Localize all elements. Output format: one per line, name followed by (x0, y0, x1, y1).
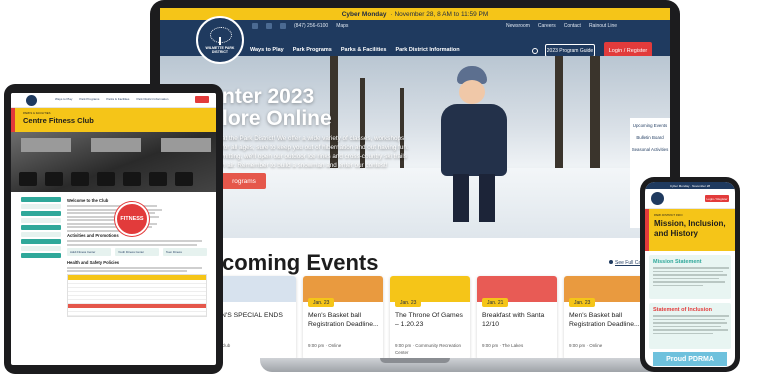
nav-parks-facilities[interactable]: Parks & Facilities (341, 47, 387, 53)
event-date: Jan. 23 (395, 298, 422, 307)
laptop-notch (380, 358, 450, 363)
inclusion-statement-box: Statement of Inclusion (649, 303, 731, 349)
event-title: N'S SPECIAL ENDS (221, 312, 283, 319)
park-district-logo[interactable] (26, 95, 37, 106)
phone-screen: Cyber Monday · November 28 Login / Regis… (645, 182, 735, 367)
quicklink-bulletin-board[interactable]: Bulletin Board (636, 135, 663, 140)
page-banner: PARK DISTRICT INFO Mission, Inclusion, a… (645, 209, 735, 251)
tablet-body: Welcome to the Club Activities and Promo… (11, 192, 216, 362)
tablet-header: Ways to Play Park Programs Parks & Facil… (11, 93, 216, 108)
mission-heading: Mission Statement (653, 259, 702, 265)
sidebar-menu[interactable] (21, 197, 61, 258)
pdrma-banner: Proud PDRMA (653, 352, 727, 366)
laptop-device: Cyber Monday · November 28, 8 AM to 11:5… (150, 0, 680, 372)
events-title: coming Events (222, 250, 379, 275)
banner-subtitle: PARK DISTRICT INFO (654, 213, 683, 217)
laptop-screen: Cyber Monday · November 28, 8 AM to 11:5… (160, 8, 670, 360)
child-photo (435, 66, 515, 231)
event-title: Breakfast with Santa 12/10 (482, 312, 545, 328)
nav-park-programs[interactable]: Park Programs (79, 97, 99, 101)
phone-device: Cyber Monday · November 28 Login / Regis… (640, 177, 740, 372)
event-cards: N'S SPECIAL ENDS Club Jan. 23 Men's Bask… (216, 276, 644, 360)
nav-park-district-info[interactable]: Park District Information (136, 97, 168, 101)
event-meta: 9:00 pm · Online (308, 343, 342, 348)
section-heading: Health and Safety Policies (67, 259, 120, 265)
event-image (216, 276, 296, 302)
event-card[interactable]: N'S SPECIAL ENDS Club (216, 276, 296, 360)
tablet-screen: Ways to Play Park Programs Parks & Facil… (11, 93, 216, 365)
event-title: Men's Basket ball Registration Deadline.… (308, 312, 379, 328)
inclusion-heading: Statement of Inclusion (653, 307, 712, 313)
instagram-icon[interactable] (266, 23, 272, 29)
contact-link[interactable]: Contact (564, 23, 581, 29)
nav-ways-to-play[interactable]: Ways to Play (250, 47, 284, 53)
event-date: Jan. 21 (482, 298, 509, 307)
facebook-icon[interactable] (252, 23, 258, 29)
search-icon[interactable] (532, 48, 538, 54)
hero-body: at the Park District! We offer a wide va… (222, 135, 409, 169)
gym-photo (11, 132, 216, 192)
nav-park-programs[interactable]: Park Programs (293, 47, 332, 53)
phone-header: Login / Register (645, 189, 735, 209)
login-register-button[interactable]: Login / Register (705, 195, 729, 202)
mission-statement-box: Mission Statement (649, 255, 731, 299)
youtube-icon[interactable] (280, 23, 286, 29)
chip-teen-fitness[interactable]: Teen Fitness (163, 247, 207, 256)
quicklink-upcoming-events[interactable]: Upcoming Events (633, 123, 667, 128)
tree-icon (207, 26, 233, 45)
newsroom-link[interactable]: Newsroom (506, 23, 530, 29)
event-card[interactable]: Jan. 21 Breakfast with Santa 12/10 9:00 … (477, 276, 557, 360)
maps-link[interactable]: Maps (336, 23, 348, 29)
event-meta: 9:00 pm · Community Recreation Center (395, 343, 462, 355)
event-title: The Throne Of Games – 1.20.23 (395, 312, 463, 328)
chip-youth-fitness[interactable]: Youth Fitness Center (115, 247, 159, 256)
nav-parks-facilities[interactable]: Parks & Facilities (106, 97, 129, 101)
fitness-badge: FITNESS (115, 202, 149, 236)
laptop-base (260, 358, 680, 372)
event-title: Men's Basket ball Registration Deadline.… (569, 312, 640, 328)
quicklink-seasonal-activities[interactable]: Seasonal Activities (632, 147, 669, 152)
event-date: Jan. 23 (308, 298, 335, 307)
event-card[interactable]: Jan. 23 Men's Basket ball Registration D… (303, 276, 383, 360)
nav-park-district-info[interactable]: Park District Information (395, 47, 459, 53)
nav-ways-to-play[interactable]: Ways to Play (55, 97, 72, 101)
utility-links-right: Newsroom Careers Contact Rainout Line (506, 23, 617, 29)
hours-table (67, 274, 207, 317)
promo-bar[interactable]: Cyber Monday · November 28 (645, 182, 735, 189)
careers-link[interactable]: Careers (538, 23, 556, 29)
events-section: coming Events See Full Calendar N'S SPEC… (160, 238, 670, 360)
page-banner: PARKS & FACILITIES Centre Fitness Club (11, 108, 216, 132)
rainout-link[interactable]: Rainout Line (589, 23, 617, 29)
banner-subtitle: PARKS & FACILITIES (23, 111, 51, 115)
page-title: Centre Fitness Club (23, 116, 94, 125)
hero-title: nter 2023 lore Online (222, 85, 332, 130)
park-district-logo[interactable]: WILMETTE PARK DISTRICT (196, 16, 244, 64)
promo-text: · November 28, 8 AM to 11:59 PM (390, 10, 489, 18)
tablet-device: Ways to Play Park Programs Parks & Facil… (4, 84, 223, 374)
promo-label: Cyber Monday (341, 10, 387, 18)
event-meta: 9:00 pm · The Lakes (482, 343, 524, 348)
programs-button[interactable]: rograms (222, 173, 266, 189)
promo-bar[interactable]: Cyber Monday · November 28, 8 AM to 11:5… (160, 8, 670, 20)
phone-link[interactable]: (847) 256-6100 (294, 23, 328, 29)
logo-text: WILMETTE PARK DISTRICT (205, 45, 235, 54)
event-card[interactable]: Jan. 23 Men's Basket ball Registration D… (564, 276, 644, 360)
main-nav: Ways to Play Park Programs Parks & Facil… (250, 47, 460, 53)
event-meta: 9:00 pm · Online (569, 343, 603, 348)
tablet-nav: Ways to Play Park Programs Parks & Facil… (55, 97, 168, 101)
event-date: Jan. 23 (569, 298, 596, 307)
event-card[interactable]: Jan. 23 The Throne Of Games – 1.20.23 9:… (390, 276, 470, 360)
fitness-chips: Adult Fitness Center Youth Fitness Cente… (67, 247, 207, 256)
utility-links: (847) 256-6100 Maps (252, 23, 348, 29)
login-register-button[interactable] (195, 96, 209, 103)
chip-adult-fitness[interactable]: Adult Fitness Center (67, 247, 111, 256)
park-district-logo[interactable] (651, 192, 664, 205)
page-title: Mission, Inclusion, and History (654, 219, 726, 238)
hero-section: nter 2023 lore Online at the Park Distri… (160, 56, 670, 238)
